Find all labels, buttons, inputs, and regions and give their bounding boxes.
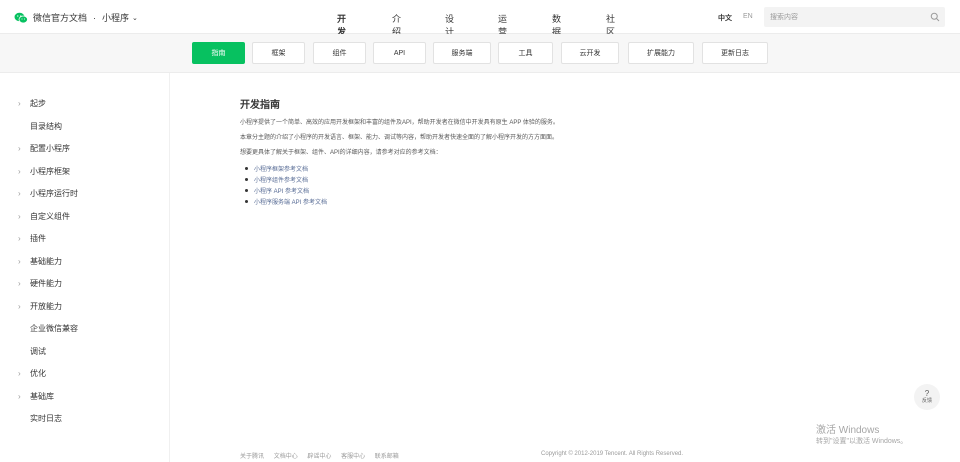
sidebar-item-custom-components[interactable]: › 自定义组件 — [0, 207, 170, 225]
sidebar-item-label: 起步 — [30, 98, 46, 108]
activation-watermark-text: 转到"设置"以激活 Windows。 — [816, 438, 908, 445]
chevron-right-icon: › — [18, 98, 21, 108]
brand-section: 小程序 — [102, 13, 130, 23]
tab-components[interactable]: 组件 — [313, 42, 366, 64]
tab-extensions[interactable]: 扩展能力 — [628, 42, 694, 64]
sidebar-item-open[interactable]: › 开放能力 — [0, 297, 170, 315]
sidebar-item-label: 基础库 — [30, 391, 54, 401]
intro-paragraph: 想要更具体了解关于框架、组件、API的详细内容，请参考对应的参考文档： — [240, 150, 442, 156]
chevron-right-icon: › — [18, 278, 21, 288]
components-reference-link[interactable]: 小程序组件参考文档 — [254, 178, 308, 184]
sidebar-item-label: 插件 — [30, 233, 46, 243]
sidebar-item-plugins[interactable]: › 插件 — [0, 229, 170, 247]
search-icon[interactable] — [930, 12, 940, 22]
list-item: 小程序组件参考文档 — [240, 175, 327, 186]
chevron-right-icon: › — [18, 188, 21, 198]
sidebar-item-library[interactable]: › 基础库 — [0, 387, 170, 405]
chevron-right-icon: › — [18, 391, 21, 401]
sidebar-item-debug[interactable]: 调试 — [0, 342, 170, 360]
chevron-right-icon: › — [18, 368, 21, 378]
main-content: 开发指南 小程序提供了一个简单、高效的应用开发框架和丰富的组件及API，帮助开发… — [240, 96, 860, 206]
sidebar-item-wecom[interactable]: 企业微信兼容 — [0, 319, 170, 337]
lang-zh[interactable]: 中文 — [718, 13, 732, 23]
sub-tabs-bar: 指南 框架 组件 API 服务端 工具 云开发 扩展能力 更新日志 — [0, 34, 960, 73]
chevron-right-icon: › — [18, 211, 21, 221]
feedback-label: 反馈 — [921, 397, 932, 404]
list-item: 小程序框架参考文档 — [240, 164, 327, 175]
sidebar-item-hardware[interactable]: › 硬件能力 — [0, 274, 170, 292]
footer-link-about[interactable]: 关于腾讯 — [240, 454, 264, 460]
footer-link-docs[interactable]: 文档中心 — [274, 454, 298, 460]
sidebar-item-config[interactable]: › 配置小程序 — [0, 139, 170, 157]
footer-link-service[interactable]: 客服中心 — [341, 454, 365, 460]
chevron-right-icon: › — [18, 301, 21, 311]
sidebar-item-label: 优化 — [30, 368, 46, 378]
sidebar-item-structure[interactable]: 目录结构 — [0, 117, 170, 135]
sidebar-item-label: 硬件能力 — [30, 278, 62, 288]
reference-links-list: 小程序框架参考文档 小程序组件参考文档 小程序 API 参考文档 小程序服务端 … — [240, 164, 327, 208]
footer-link-email[interactable]: 联系邮箱 — [375, 454, 399, 460]
chevron-right-icon: › — [18, 143, 21, 153]
tab-framework[interactable]: 框架 — [252, 42, 305, 64]
sidebar-item-optimize[interactable]: › 优化 — [0, 364, 170, 382]
sidebar: › 起步 目录结构 › 配置小程序 › 小程序框架 › 小程序运行时 › 自定义组件 › 插… — [0, 73, 170, 462]
sidebar-item-label: 调试 — [30, 346, 46, 356]
tab-api[interactable]: API — [373, 42, 426, 64]
sidebar-item-label: 实时日志 — [30, 413, 62, 423]
page-title: 开发指南 — [240, 100, 280, 111]
top-header: 微信官方文档 · 小程序 ⌄ 开发 介绍 设计 运营 数据 社区 中文 EN — [0, 0, 960, 37]
intro-paragraph: 本章分主题的介绍了小程序的开发语言、框架、能力、调试等内容，帮助开发者快速全面的… — [240, 135, 559, 141]
sidebar-item-label: 自定义组件 — [30, 211, 70, 221]
sidebar-item-label: 企业微信兼容 — [30, 323, 78, 333]
sidebar-item-label: 配置小程序 — [30, 143, 70, 153]
sidebar-item-start[interactable]: › 起步 — [0, 94, 170, 112]
lang-en[interactable]: EN — [743, 13, 753, 20]
server-api-reference-link[interactable]: 小程序服务端 API 参考文档 — [254, 200, 327, 206]
chevron-right-icon: › — [18, 256, 21, 266]
brand-name: 微信官方文档 — [33, 13, 88, 23]
sidebar-item-runtime[interactable]: › 小程序运行时 — [0, 184, 170, 202]
chevron-right-icon: › — [18, 166, 21, 176]
tab-server[interactable]: 服务端 — [433, 42, 491, 64]
chevron-right-icon: › — [18, 233, 21, 243]
tab-cloud[interactable]: 云开发 — [561, 42, 619, 64]
feedback-button[interactable]: ? 反馈 — [914, 384, 940, 410]
sidebar-item-label: 小程序框架 — [30, 166, 70, 176]
list-item: 小程序 API 参考文档 — [240, 186, 327, 197]
sidebar-item-label: 小程序运行时 — [30, 188, 78, 198]
sidebar-item-framework[interactable]: › 小程序框架 — [0, 162, 170, 180]
chevron-down-icon: ⌄ — [132, 14, 138, 22]
tab-changelog[interactable]: 更新日志 — [702, 42, 768, 64]
footer-links: 关于腾讯 文档中心 辟谣中心 客服中心 联系邮箱 — [240, 451, 407, 460]
list-item: 小程序服务端 API 参考文档 — [240, 197, 327, 208]
search-input[interactable] — [764, 7, 924, 27]
tab-guide[interactable]: 指南 — [192, 42, 245, 64]
brand[interactable]: 微信官方文档 · 小程序 ⌄ — [14, 11, 138, 24]
framework-reference-link[interactable]: 小程序框架参考文档 — [254, 167, 308, 173]
footer-link-rumor[interactable]: 辟谣中心 — [307, 454, 331, 460]
wechat-logo-icon — [14, 12, 28, 23]
sidebar-item-realtime-log[interactable]: 实时日志 — [0, 409, 170, 427]
question-icon: ? — [924, 388, 930, 398]
sidebar-item-label: 开放能力 — [30, 301, 62, 311]
brand-separator: · — [93, 12, 97, 23]
search-box — [764, 7, 945, 27]
sidebar-item-label: 基础能力 — [30, 256, 62, 266]
activation-watermark-title: 激活 Windows — [816, 425, 880, 436]
intro-paragraph: 小程序提供了一个简单、高效的应用开发框架和丰富的组件及API，帮助开发者在微信中… — [240, 120, 559, 126]
sidebar-item-label: 目录结构 — [30, 121, 62, 131]
copyright: Copyright © 2012-2019 Tencent. All Right… — [541, 451, 684, 457]
tab-tools[interactable]: 工具 — [498, 42, 553, 64]
sidebar-item-basic[interactable]: › 基础能力 — [0, 252, 170, 270]
api-reference-link[interactable]: 小程序 API 参考文档 — [254, 189, 309, 195]
